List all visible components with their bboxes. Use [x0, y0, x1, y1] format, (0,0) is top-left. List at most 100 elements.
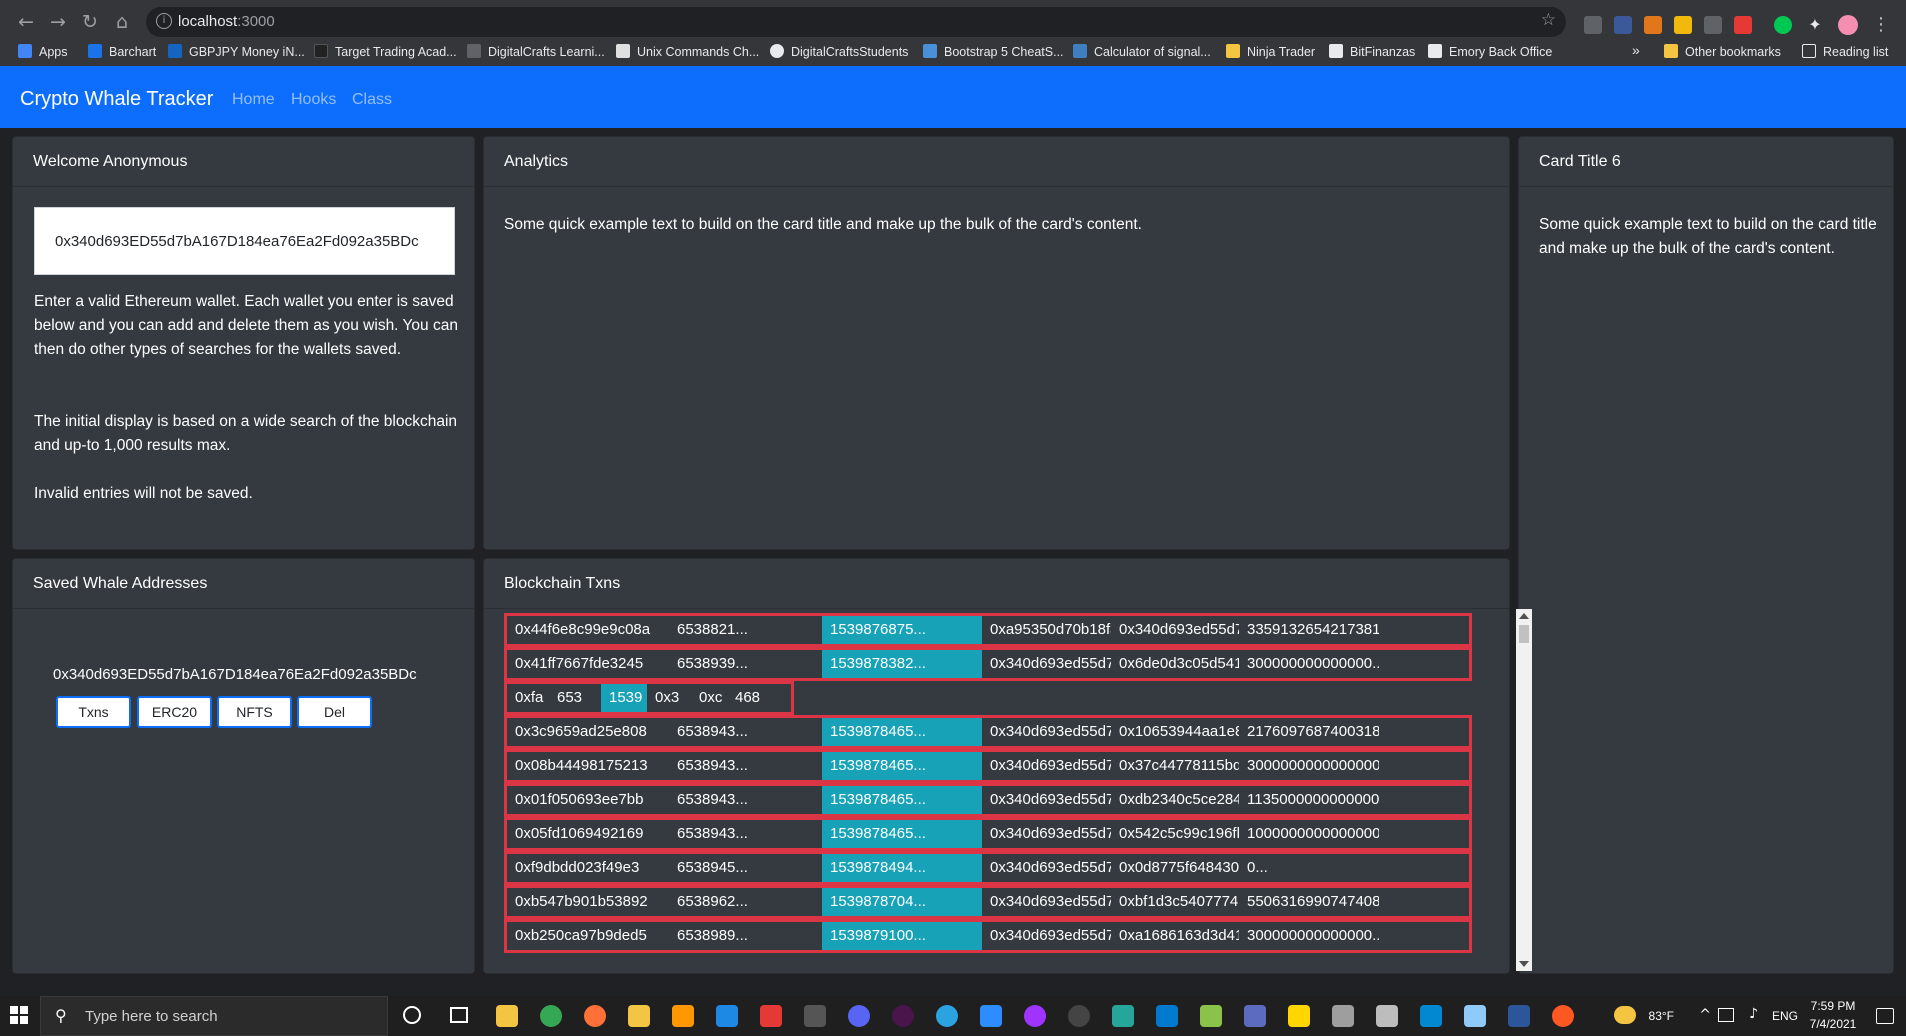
bookmark-star-icon[interactable]: ☆ — [1541, 10, 1556, 30]
txn-cell: 1539878465... — [822, 752, 982, 780]
vscode-icon[interactable] — [1156, 1005, 1178, 1027]
txn-row: 0xfa 653 1539 0x3 0xc 468 — [504, 681, 794, 715]
bookmark-bitfinanzas[interactable]: BitFinanzas — [1329, 44, 1415, 59]
language-indicator[interactable]: ENG — [1772, 1009, 1798, 1023]
zoom-icon[interactable] — [980, 1005, 1002, 1027]
nav-link-home[interactable]: Home — [232, 91, 275, 109]
clock-date[interactable]: 7/4/2021 — [1808, 1017, 1858, 1031]
volume-icon[interactable]: ♪ — [1749, 1006, 1758, 1022]
bookmark-label: Target Trading Acad... — [335, 45, 457, 59]
bookmark-gbpjpy[interactable]: GBPJPY Money iN... — [168, 44, 305, 59]
home-icon[interactable]: ⌂ — [110, 10, 134, 34]
puzzle-icon[interactable]: ✦ — [1806, 16, 1824, 34]
bookmark-digitalcrafts-students[interactable]: DigitalCraftsStudents — [770, 44, 908, 59]
extension-icon[interactable] — [1774, 16, 1792, 34]
txn-cell: 6538821... — [677, 621, 748, 638]
bookmark-unix-commands[interactable]: Unix Commands Ch... — [616, 44, 759, 59]
app-icon[interactable] — [1068, 1005, 1090, 1027]
txn-cell: 0x340d693ed55d7b — [990, 893, 1111, 910]
task-view-icon[interactable] — [450, 1007, 468, 1023]
binance-extension-icon[interactable] — [1674, 16, 1692, 34]
word-icon[interactable] — [1508, 1005, 1530, 1027]
reading-list[interactable]: Reading list — [1802, 44, 1888, 59]
txn-cell: 0x340d693ed55d7b — [990, 825, 1111, 842]
bookmark-ninja-trader[interactable]: Ninja Trader — [1226, 44, 1315, 59]
txn-cell: 3359132654217381 — [1247, 621, 1379, 638]
scrollbar[interactable] — [1516, 609, 1532, 971]
saved-addresses-title: Saved Whale Addresses — [13, 559, 474, 609]
bookmark-barchart[interactable]: Barchart — [88, 44, 156, 59]
weather-icon[interactable] — [1614, 1006, 1636, 1024]
app-icon[interactable] — [1112, 1005, 1134, 1027]
chrome-icon[interactable] — [540, 1005, 562, 1027]
app-icon[interactable] — [760, 1005, 782, 1027]
navbar-brand[interactable]: Crypto Whale Tracker — [20, 88, 213, 111]
reload-icon[interactable]: ↻ — [78, 10, 102, 34]
nav-link-class[interactable]: Class — [352, 91, 392, 109]
url-text: localhost:3000 — [178, 13, 275, 30]
sticky-notes-icon[interactable] — [1288, 1005, 1310, 1027]
app-icon[interactable] — [716, 1005, 738, 1027]
firefox-icon[interactable] — [584, 1005, 606, 1027]
saved-address: 0x340d693ED55d7bA167D184ea76Ea2Fd092a35B… — [53, 666, 417, 683]
forward-icon[interactable]: → — [46, 10, 70, 34]
menu-icon[interactable]: ⋮ — [1872, 14, 1890, 35]
bookmark-digitalcrafts-learning[interactable]: DigitalCrafts Learni... — [467, 44, 605, 59]
app-icon[interactable] — [804, 1005, 826, 1027]
txns-list[interactable]: 0x44f6e8c99e9c08a 6538821... 1539876875...… — [504, 609, 1514, 969]
bookmark-calculator[interactable]: Calculator of signal... — [1073, 44, 1211, 59]
cortana-icon[interactable] — [403, 1006, 421, 1024]
other-bookmarks[interactable]: Other bookmarks — [1664, 44, 1781, 59]
tray-chevron-icon[interactable]: ^ — [1699, 1007, 1711, 1023]
app-icon[interactable] — [1332, 1005, 1354, 1027]
bookmark-target-trading[interactable]: Target Trading Acad... — [314, 44, 457, 59]
app-icon[interactable] — [1464, 1005, 1486, 1027]
bookmark-bootstrap[interactable]: Bootstrap 5 CheatS... — [923, 44, 1064, 59]
telegram-icon[interactable] — [936, 1005, 958, 1027]
txn-cell: 0xfa — [515, 689, 544, 706]
app-icon[interactable] — [1420, 1005, 1442, 1027]
txn-row: 0xb547b901b53892 6538962... 1539878704... 0… — [504, 885, 1472, 919]
delete-button[interactable]: Del — [297, 696, 372, 728]
site-info-icon[interactable]: i — [156, 13, 172, 29]
extension-icon[interactable] — [1734, 16, 1752, 34]
sublime-icon[interactable] — [672, 1005, 694, 1027]
extension-icon[interactable] — [1584, 16, 1602, 34]
facebook-extension-icon[interactable] — [1614, 16, 1632, 34]
messenger-icon[interactable] — [1024, 1005, 1046, 1027]
wallet-address-input[interactable] — [34, 207, 455, 275]
file-explorer-icon[interactable] — [496, 1005, 518, 1027]
app-icon[interactable] — [1376, 1005, 1398, 1027]
network-icon[interactable] — [1718, 1008, 1734, 1022]
slack-icon[interactable] — [892, 1005, 914, 1027]
welcome-instructions: Enter a valid Ethereum wallet. Each wall… — [34, 293, 458, 358]
taskbar-search[interactable]: ⚲ Type here to search — [40, 996, 388, 1036]
erc20-button[interactable]: ERC20 — [137, 696, 212, 728]
bookmarks-overflow-icon[interactable]: » — [1632, 42, 1640, 58]
bookmark-emory[interactable]: Emory Back Office — [1428, 44, 1552, 59]
metamask-extension-icon[interactable] — [1644, 16, 1662, 34]
calculator-icon[interactable] — [628, 1005, 650, 1027]
extension-icon[interactable] — [1704, 16, 1722, 34]
search-icon: ⚲ — [55, 1006, 67, 1025]
postman-icon[interactable] — [1552, 1005, 1574, 1027]
txn-cell: 0x340d693ed55d7b — [990, 791, 1111, 808]
back-icon[interactable]: ← — [14, 10, 38, 34]
scroll-down-icon[interactable] — [1519, 961, 1529, 967]
nav-link-hooks[interactable]: Hooks — [291, 91, 336, 109]
scroll-up-icon[interactable] — [1519, 613, 1529, 619]
txns-button[interactable]: Txns — [56, 696, 131, 728]
discord-icon[interactable] — [848, 1005, 870, 1027]
scrollbar-thumb[interactable] — [1519, 625, 1529, 643]
txn-cell: 2176097687400318 — [1247, 723, 1379, 740]
avatar[interactable] — [1838, 15, 1858, 35]
notifications-icon[interactable] — [1876, 1008, 1894, 1024]
bookmark-label: Other bookmarks — [1685, 45, 1781, 59]
windows-start-icon[interactable] — [10, 1006, 28, 1024]
clock-time[interactable]: 7:59 PM — [1808, 999, 1858, 1013]
bookmark-apps[interactable]: Apps — [18, 44, 68, 59]
address-bar[interactable]: i localhost:3000 ☆ — [146, 7, 1566, 37]
app-icon[interactable] — [1244, 1005, 1266, 1027]
app-icon[interactable] — [1200, 1005, 1222, 1027]
nfts-button[interactable]: NFTS — [217, 696, 292, 728]
